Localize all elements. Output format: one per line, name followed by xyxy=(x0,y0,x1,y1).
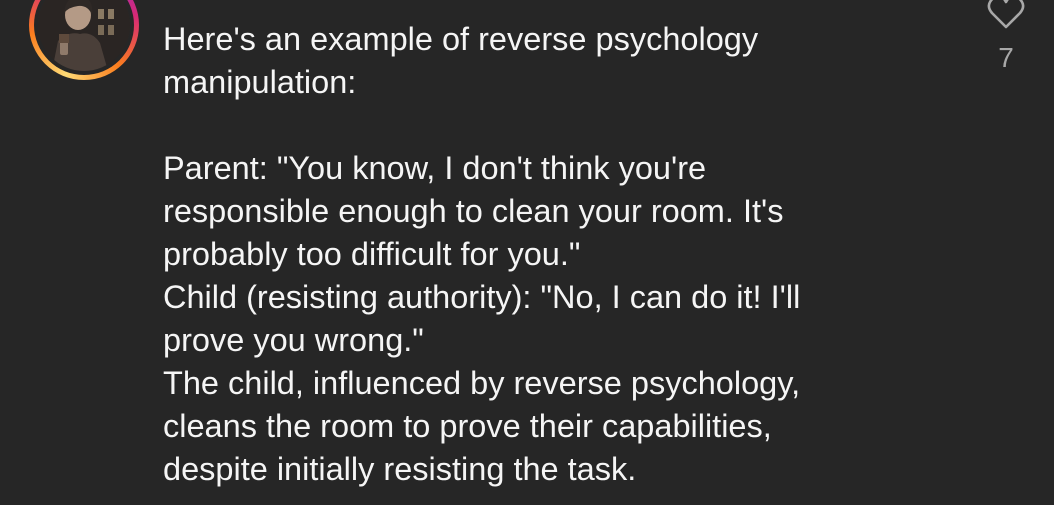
like-count: 7 xyxy=(998,42,1014,73)
avatar-image xyxy=(38,0,130,71)
like-button[interactable]: 7 xyxy=(982,0,1030,80)
avatar[interactable] xyxy=(29,0,139,80)
comment-item: Here's an example of reverse psychology … xyxy=(0,0,1054,505)
comment-text: Here's an example of reverse psychology … xyxy=(163,21,801,487)
heart-icon[interactable] xyxy=(986,0,1026,30)
